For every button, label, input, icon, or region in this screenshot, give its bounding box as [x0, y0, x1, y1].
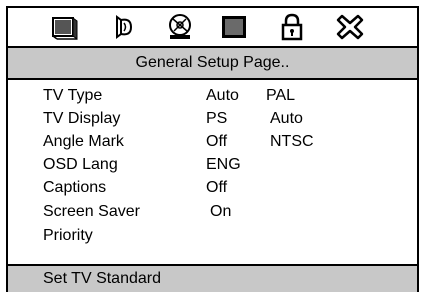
setting-row-screen-saver[interactable]: Screen Saver On	[8, 203, 417, 225]
setting-value: Auto	[206, 87, 239, 104]
audio-setup-icon[interactable]	[106, 11, 138, 43]
setup-menu-window: General Setup Page.. TV Type Auto PAL TV…	[6, 6, 419, 292]
settings-list: TV Type Auto PAL TV Display PS Auto Angl…	[8, 80, 417, 264]
setting-row-tv-display[interactable]: TV Display PS Auto	[8, 110, 417, 132]
setting-row-priority[interactable]: Priority	[8, 227, 417, 249]
setting-value: Off	[206, 179, 228, 196]
setting-label: OSD Lang	[43, 156, 118, 173]
setting-row-angle-mark[interactable]: Angle Mark Off NTSC	[8, 133, 417, 155]
setting-option[interactable]: NTSC	[270, 133, 314, 151]
password-lock-icon[interactable]	[276, 11, 308, 43]
tv-setup-icon[interactable]	[48, 11, 80, 43]
setting-value: PS	[206, 110, 228, 127]
setting-label: Screen Saver	[43, 203, 140, 220]
setting-label: TV Type	[43, 87, 103, 104]
setting-row-tv-type[interactable]: TV Type Auto PAL	[8, 87, 417, 109]
setting-label: TV Display	[43, 110, 121, 127]
video-disc-icon[interactable]	[164, 11, 196, 43]
page-title: General Setup Page..	[8, 48, 417, 80]
setting-option[interactable]: Auto	[270, 110, 303, 128]
setting-option[interactable]: PAL	[266, 87, 295, 105]
status-text: Set TV Standard	[43, 270, 161, 287]
setting-label: Captions	[43, 179, 107, 196]
exit-icon[interactable]	[334, 11, 366, 43]
setup-icon-bar	[8, 8, 417, 48]
setting-value: ENG	[206, 156, 241, 173]
setting-value: Off	[206, 133, 228, 150]
status-bar: Set TV Standard	[8, 264, 417, 292]
setting-label: Priority	[43, 227, 93, 244]
setting-label: Angle Mark	[43, 133, 124, 150]
preference-screen-icon[interactable]	[218, 11, 250, 43]
setting-value: On	[210, 203, 232, 220]
setting-row-osd-lang[interactable]: OSD Lang ENG	[8, 156, 417, 178]
setting-row-captions[interactable]: Captions Off	[8, 179, 417, 201]
